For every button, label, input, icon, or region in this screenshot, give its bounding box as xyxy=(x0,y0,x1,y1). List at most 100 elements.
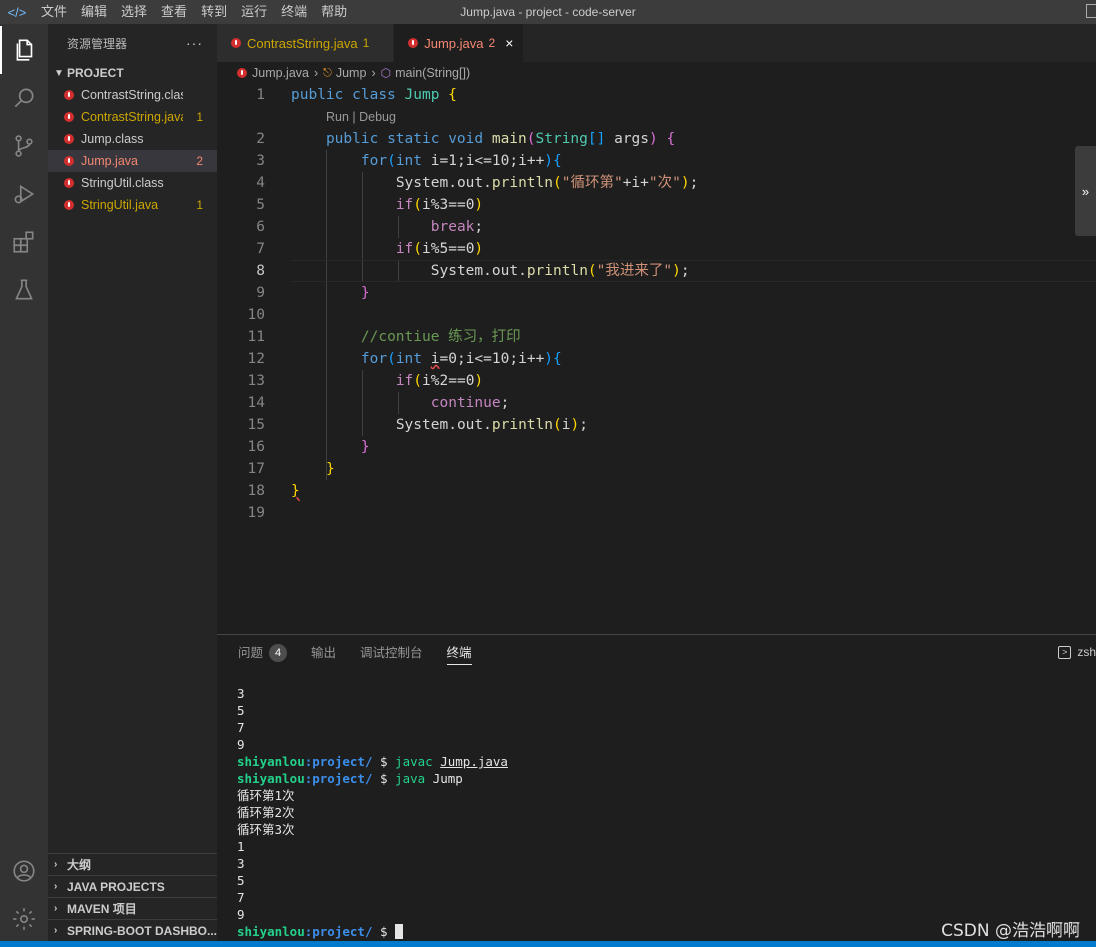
terminal-line: shiyanlou:project/ $ java Jump xyxy=(237,770,508,787)
terminal-selector[interactable]: > zsh xyxy=(1058,645,1096,659)
terminal-line: 循环第1次 xyxy=(237,788,295,803)
explorer-icon[interactable] xyxy=(0,26,48,74)
tab-problems-label: 问题 xyxy=(238,646,264,660)
project-section-header[interactable]: ▼ PROJECT xyxy=(48,62,217,84)
settings-gear-icon[interactable] xyxy=(0,895,48,943)
account-icon[interactable] xyxy=(0,847,48,895)
chevron-right-icon: › xyxy=(371,66,376,80)
breadcrumb-method[interactable]: main(String[]) xyxy=(395,66,470,80)
terminal-cursor xyxy=(395,924,404,939)
file-item[interactable]: ContrastString.class xyxy=(48,84,217,106)
tab-debug-console-label: 调试控制台 xyxy=(360,646,423,660)
menu-item[interactable]: 转到 xyxy=(194,0,234,24)
terminal-line: 7 xyxy=(237,890,245,905)
line-number: 13 xyxy=(247,373,265,389)
terminal-line: 3 xyxy=(237,686,245,701)
breadcrumb-class[interactable]: Jump xyxy=(336,66,367,80)
terminal-output[interactable]: 3 5 7 9 shiyanlou:project/ $ javac Jump.java… xyxy=(237,685,508,940)
line-number: 5 xyxy=(256,197,265,213)
chevron-right-icon: › xyxy=(313,66,319,80)
tab-label: Jump.java xyxy=(424,35,484,51)
file-problem-badge: 1 xyxy=(196,110,203,124)
prompt-symbol: $ xyxy=(372,754,396,769)
close-icon[interactable]: × xyxy=(505,35,513,51)
code-line: 16 } xyxy=(217,436,1096,458)
code-line: 15 System.out.println(i); xyxy=(217,414,1096,436)
menu-item[interactable]: 运行 xyxy=(234,0,274,24)
file-name: ContrastString.java xyxy=(81,110,183,124)
sidebar-section-header[interactable]: › SPRING-BOOT DASHBO... xyxy=(48,919,217,941)
line-number: 1 xyxy=(256,87,265,103)
java-file-icon xyxy=(237,68,247,78)
line-number: 18 xyxy=(247,483,265,499)
code-line: 3 for(int i=1;i<=10;i++){ xyxy=(217,150,1096,172)
run-debug-icon[interactable] xyxy=(0,170,48,218)
code-editor[interactable]: Run | Debug 1 public class Jump {2 public … xyxy=(217,84,1096,624)
menu-item[interactable]: 文件 xyxy=(34,0,74,24)
code-line: 4 System.out.println("循环第"+i+"次"); xyxy=(217,172,1096,194)
run-debug-codelens[interactable]: Run | Debug xyxy=(326,106,396,128)
terminal-line: shiyanlou:project/ $ xyxy=(237,923,508,940)
extensions-icon[interactable] xyxy=(0,218,48,266)
code-line: 13 if(i%2==0) xyxy=(217,370,1096,392)
terminal-line: 循环第2次 xyxy=(237,805,295,820)
sidebar-section-header[interactable]: › 大纲 xyxy=(48,853,217,875)
command-arg: Jump xyxy=(432,771,463,786)
file-item[interactable]: Jump.class xyxy=(48,128,217,150)
explorer-header: 资源管理器 ··· xyxy=(48,24,217,62)
source-control-icon[interactable] xyxy=(0,122,48,170)
sidebar-section-title: 大纲 xyxy=(67,858,92,872)
code-line: 12 for(int i=0;i<=10;i++){ xyxy=(217,348,1096,370)
title-bar: </> 文件 编辑 选择 查看 转到 运行 终端 帮助 Jump.java - project… xyxy=(0,0,1096,24)
line-number: 6 xyxy=(256,219,265,235)
file-item[interactable]: ContrastString.java 1 xyxy=(48,106,217,128)
file-name: ContrastString.class xyxy=(81,88,183,102)
shell-name: zsh xyxy=(1077,645,1096,659)
sidebar-section-title: MAVEN 项目 xyxy=(67,902,137,916)
editor-tabs: ContrastString.java 1 Jump.java 2 × xyxy=(217,24,1096,62)
explorer-title: 资源管理器 xyxy=(67,36,128,51)
file-tree: ContrastString.class ContrastString.java 1… xyxy=(48,84,217,216)
tab-jump-java[interactable]: Jump.java 2 × xyxy=(394,24,525,62)
tab-contraststring-java[interactable]: ContrastString.java 1 xyxy=(217,24,395,62)
file-item[interactable]: Jump.java 2 xyxy=(48,150,217,172)
sidebar-section-header[interactable]: › JAVA PROJECTS xyxy=(48,875,217,897)
code-line: 1 public class Jump { xyxy=(217,84,1096,106)
line-number: 7 xyxy=(256,241,265,257)
tab-terminal[interactable]: 终端 xyxy=(446,635,472,671)
restore-window-icon[interactable] xyxy=(1086,4,1096,18)
code-line: 19 xyxy=(217,502,1096,524)
breadcrumb-file[interactable]: Jump.java xyxy=(252,66,309,80)
class-icon: ⎋ xyxy=(323,66,332,79)
file-item[interactable]: StringUtil.class xyxy=(48,172,217,194)
file-item[interactable]: StringUtil.java 1 xyxy=(48,194,217,216)
terminal-line: 循环第3次 xyxy=(237,822,295,837)
project-section-title: PROJECT xyxy=(67,66,124,80)
terminal-line: 5 xyxy=(237,703,245,718)
watermark: CSDN @浩浩啊啊 xyxy=(941,921,1080,941)
file-name: Jump.class xyxy=(81,132,144,146)
tab-output[interactable]: 输出 xyxy=(311,635,336,671)
double-chevron-right-icon[interactable]: » xyxy=(1075,146,1096,236)
menu-item[interactable]: 编辑 xyxy=(74,0,114,24)
prompt-user: shiyanlou xyxy=(237,924,305,939)
menu-bar: 文件 编辑 选择 查看 转到 运行 终端 帮助 xyxy=(34,0,354,24)
tab-problems[interactable]: 问题 4 xyxy=(238,635,288,671)
bottom-panel: 问题 4 输出 调试控制台 终端 > zsh 3 5 7 9 shiyanlou:pro… xyxy=(217,634,1096,941)
testing-icon[interactable] xyxy=(0,266,48,314)
menu-item[interactable]: 终端 xyxy=(274,0,314,24)
activity-bar xyxy=(0,24,48,941)
line-number: 9 xyxy=(256,285,265,301)
tab-debug-console[interactable]: 调试控制台 xyxy=(360,635,423,671)
explorer-sidebar: 资源管理器 ··· ▼ PROJECT ContrastString.class… xyxy=(48,24,217,941)
menu-item[interactable]: 帮助 xyxy=(314,0,354,24)
file-name: StringUtil.java xyxy=(81,198,159,212)
more-actions-icon[interactable]: ··· xyxy=(186,35,203,51)
sidebar-section-header[interactable]: › MAVEN 项目 xyxy=(48,897,217,919)
menu-item[interactable]: 选择 xyxy=(114,0,154,24)
search-icon[interactable] xyxy=(0,74,48,122)
sidebar-bottom-sections: › 大纲 › JAVA PROJECTS › MAVEN 项目 › SPRING-BOOT D… xyxy=(48,853,217,941)
code-text: break; xyxy=(430,219,484,235)
code-line: 10 xyxy=(217,304,1096,326)
menu-item[interactable]: 查看 xyxy=(154,0,194,24)
